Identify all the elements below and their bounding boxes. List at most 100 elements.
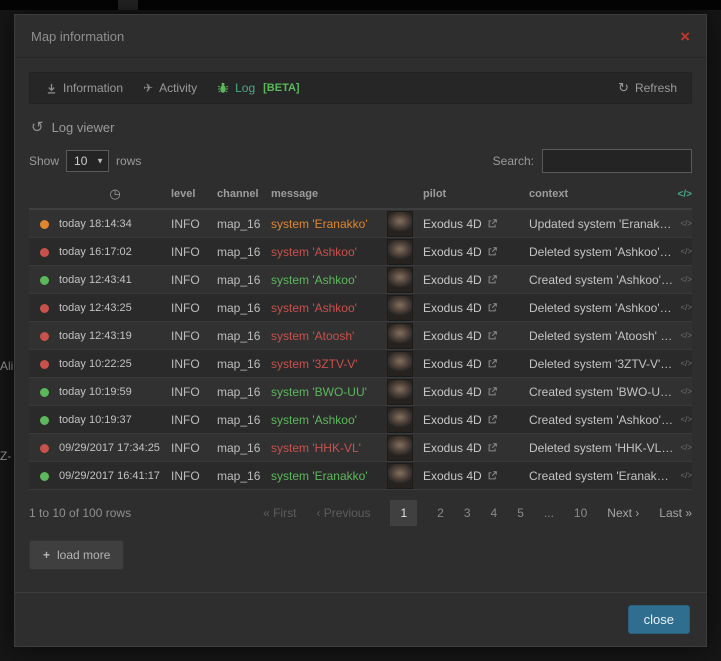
load-more-label: load more: [57, 548, 110, 562]
log-level: INFO: [171, 301, 217, 315]
log-level: INFO: [171, 329, 217, 343]
log-time: today 12:43:41: [59, 274, 171, 286]
tab-information[interactable]: Information: [36, 73, 133, 103]
dialog-body: Information ✈ Activity Log [BETA] ↻ Refr…: [15, 58, 706, 592]
log-context: Deleted system '3ZTV-V' #…: [529, 357, 674, 371]
tab-log[interactable]: Log [BETA]: [207, 73, 310, 103]
pagination-page-3[interactable]: 3: [464, 506, 471, 520]
log-message: system '3ZTV-V': [271, 357, 387, 371]
plane-icon: ✈: [143, 82, 153, 94]
pilot-avatar: [387, 295, 417, 321]
pagination-ellipsis: ...: [544, 506, 554, 520]
row-code-icon[interactable]: </>: [674, 247, 692, 256]
close-icon[interactable]: ×: [680, 28, 690, 45]
log-message: system 'HHK-VL': [271, 441, 387, 455]
pagination-page-5[interactable]: 5: [517, 506, 524, 520]
pilot-name: Exodus 4D: [417, 273, 529, 287]
log-level: INFO: [171, 469, 217, 483]
pilot-name: Exodus 4D: [417, 441, 529, 455]
log-time: 09/29/2017 16:41:17: [59, 470, 171, 482]
log-channel: map_16: [217, 413, 271, 427]
row-code-icon[interactable]: </>: [674, 387, 692, 396]
table-footer: 1 to 10 of 100 rows « First‹ Previous123…: [29, 500, 692, 526]
dialog-footer: close: [15, 592, 706, 646]
bug-icon: [217, 82, 229, 94]
dialog-title: Map information: [31, 29, 124, 44]
tab-information-label: Information: [63, 81, 123, 95]
search-input[interactable]: [542, 149, 692, 173]
page-size-control: Show 10 ▼ rows: [29, 150, 141, 172]
row-code-icon[interactable]: </>: [674, 219, 692, 228]
header-context[interactable]: context: [529, 188, 674, 200]
log-context: Created system 'Ashkoo' …: [529, 413, 674, 427]
load-more-button[interactable]: + load more: [29, 540, 124, 570]
row-code-icon[interactable]: </>: [674, 471, 692, 480]
pilot-name: Exodus 4D: [417, 385, 529, 399]
pilot-avatar: [387, 351, 417, 377]
log-time: today 12:43:25: [59, 302, 171, 314]
load-more-row: + load more: [29, 540, 692, 570]
table-row: today 16:17:02INFOmap_16system 'Ashkoo'E…: [29, 238, 692, 266]
pilot-name: Exodus 4D: [417, 301, 529, 315]
pilot-avatar: [387, 407, 417, 433]
pagination-first[interactable]: « First: [263, 506, 296, 520]
status-dot: [29, 441, 59, 455]
row-code-icon[interactable]: </>: [674, 331, 692, 340]
pilot-avatar: [387, 267, 417, 293]
status-dot: [29, 217, 59, 231]
pilot-name: Exodus 4D: [417, 413, 529, 427]
header-message[interactable]: message: [271, 188, 387, 200]
tab-activity[interactable]: ✈ Activity: [133, 73, 207, 103]
log-time: 09/29/2017 17:34:25: [59, 442, 171, 454]
log-channel: map_16: [217, 385, 271, 399]
status-dot: [29, 301, 59, 315]
table-row: today 12:43:41INFOmap_16system 'Ashkoo'E…: [29, 266, 692, 294]
tab-activity-label: Activity: [159, 81, 197, 95]
pagination-page-2[interactable]: 2: [437, 506, 444, 520]
tab-log-label: Log: [235, 81, 255, 95]
row-code-icon[interactable]: </>: [674, 303, 692, 312]
row-code-icon[interactable]: </>: [674, 415, 692, 424]
pagination-last[interactable]: Last »: [659, 506, 692, 520]
row-code-icon[interactable]: </>: [674, 359, 692, 368]
pagination-page-1[interactable]: 1: [390, 500, 417, 526]
pilot-avatar: [387, 379, 417, 405]
share-icon: [488, 443, 497, 452]
log-time: today 10:19:59: [59, 386, 171, 398]
row-code-icon[interactable]: </>: [674, 443, 692, 452]
log-channel: map_16: [217, 441, 271, 455]
pagination-next[interactable]: Next ›: [607, 506, 639, 520]
pilot-name: Exodus 4D: [417, 217, 529, 231]
log-level: INFO: [171, 245, 217, 259]
pagination-page-4[interactable]: 4: [491, 506, 498, 520]
table-controls: Show 10 ▼ rows Search:: [29, 149, 692, 173]
log-context: Deleted system 'Ashkoo' …: [529, 301, 674, 315]
show-label: Show: [29, 154, 59, 168]
log-time: today 16:17:02: [59, 246, 171, 258]
map-information-dialog: Map information × Information ✈ Activity: [14, 14, 707, 647]
log-viewer-title: Log viewer: [52, 120, 115, 135]
log-context: Updated system 'Eranakk…: [529, 217, 674, 231]
header-pilot[interactable]: pilot: [417, 188, 529, 200]
pilot-name: Exodus 4D: [417, 245, 529, 259]
page-size-select[interactable]: 10: [66, 150, 109, 172]
log-level: INFO: [171, 273, 217, 287]
row-code-icon[interactable]: </>: [674, 275, 692, 284]
pilot-name: Exodus 4D: [417, 469, 529, 483]
pagination-previous[interactable]: ‹ Previous: [316, 506, 370, 520]
status-dot: [29, 357, 59, 371]
pagination-page-10[interactable]: 10: [574, 506, 587, 520]
search-label: Search:: [493, 154, 534, 168]
table-row: 09/29/2017 17:34:25INFOmap_16system 'HHK…: [29, 434, 692, 462]
close-button[interactable]: close: [628, 605, 690, 634]
refresh-button[interactable]: ↻ Refresh: [610, 80, 685, 96]
log-table: ◷ level channel message pilot context </…: [29, 183, 692, 490]
table-row: today 10:22:25INFOmap_16system '3ZTV-V'E…: [29, 350, 692, 378]
log-level: INFO: [171, 357, 217, 371]
log-channel: map_16: [217, 245, 271, 259]
header-channel[interactable]: channel: [217, 188, 271, 200]
header-level[interactable]: level: [171, 188, 217, 200]
log-time: today 10:19:37: [59, 414, 171, 426]
pilot-name: Exodus 4D: [417, 357, 529, 371]
history-icon: ↺: [31, 120, 44, 135]
